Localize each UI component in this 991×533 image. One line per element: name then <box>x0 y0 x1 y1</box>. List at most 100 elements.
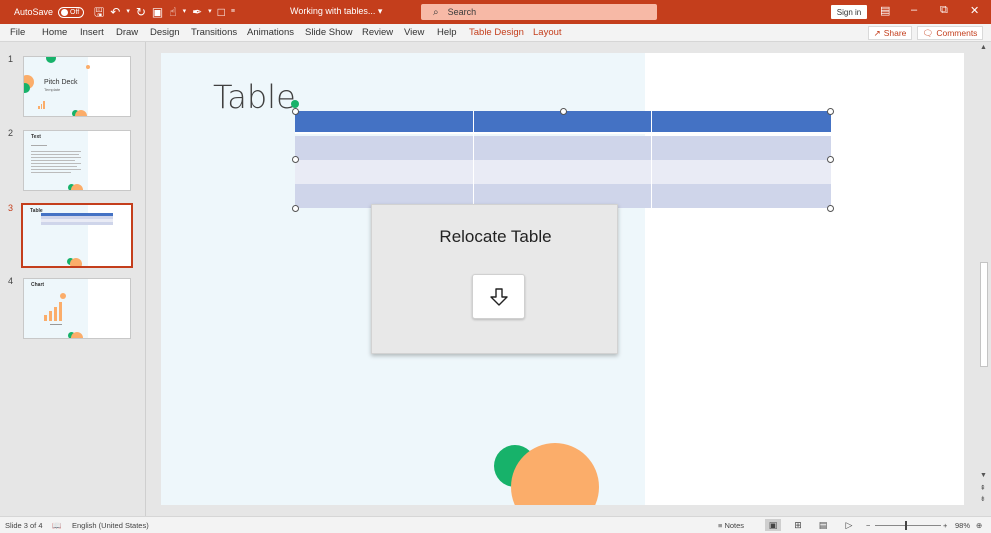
slide-thumbnail-1[interactable]: Pitch Deck Template <box>23 56 131 117</box>
table-column-divider <box>651 111 652 208</box>
save-icon[interactable]: 🖫 <box>94 6 104 18</box>
tab-design[interactable]: Design <box>150 27 180 38</box>
table[interactable] <box>295 111 831 208</box>
resize-handle[interactable] <box>292 156 299 163</box>
normal-view-icon[interactable]: ▣ <box>765 519 781 531</box>
comments-label: Comments <box>936 28 978 38</box>
spelling-icon[interactable]: 📖 <box>52 521 61 530</box>
tab-insert[interactable]: Insert <box>80 27 104 38</box>
share-icon: ↗ <box>873 27 881 38</box>
shape-icon[interactable]: □ <box>218 6 225 18</box>
slide-info: Slide 3 of 4 <box>5 521 43 530</box>
fit-slide-icon[interactable]: ⊕ <box>976 521 982 530</box>
slide-thumbnail-2[interactable]: Text <box>23 130 131 191</box>
status-bar: Slide 3 of 4 📖 English (United States) ≡… <box>0 516 991 533</box>
resize-handle[interactable] <box>292 205 299 212</box>
orange-circle <box>70 258 82 266</box>
previous-slide-icon[interactable]: ⇞ <box>980 484 986 492</box>
thumbnail-number: 1 <box>8 54 14 64</box>
touch-dropdown-icon[interactable]: ▾ <box>183 6 187 18</box>
slide-title[interactable]: Table <box>213 78 296 116</box>
relocate-table-dialog: Relocate Table <box>371 204 618 354</box>
resize-handle[interactable] <box>827 205 834 212</box>
tab-layout[interactable]: Layout <box>533 27 562 38</box>
comments-button[interactable]: 🗨 Comments <box>917 26 983 40</box>
title-bar: AutoSave Off 🖫 ↶ ▾ ↻ ▣ ☝ ▾ ✒ ▾ □ ≡ Worki… <box>0 0 991 24</box>
scroll-up-icon[interactable]: ▲ <box>980 44 987 51</box>
orange-dot <box>86 65 90 69</box>
next-slide-icon[interactable]: ⇟ <box>980 495 986 503</box>
tab-review[interactable]: Review <box>362 27 393 38</box>
rotate-handle[interactable] <box>291 100 299 108</box>
redo-icon[interactable]: ↻ <box>136 6 146 18</box>
touch-mode-icon[interactable]: ☝ <box>169 6 176 18</box>
bar-chart-icon <box>44 293 68 321</box>
resize-handle[interactable] <box>560 108 567 115</box>
scroll-down-icon[interactable]: ▼ <box>980 472 987 479</box>
table-column-divider <box>473 111 474 208</box>
resize-handle[interactable] <box>292 108 299 115</box>
tab-home[interactable]: Home <box>42 27 67 38</box>
zoom-level[interactable]: 98% <box>955 521 970 530</box>
search-icon: ⌕ <box>433 6 439 18</box>
resize-handle[interactable] <box>827 108 834 115</box>
notes-button[interactable]: ≡ Notes <box>718 521 744 530</box>
thumbnail-title: Text <box>31 134 41 140</box>
customize-qat-icon[interactable]: ≡ <box>231 6 235 18</box>
resize-handle[interactable] <box>827 156 834 163</box>
sign-in-button[interactable]: Sign in <box>831 5 867 19</box>
thumbnail-number: 4 <box>8 276 14 286</box>
close-icon[interactable]: ✕ <box>970 4 979 17</box>
zoom-in-icon[interactable]: + <box>943 521 947 530</box>
undo-icon[interactable]: ↶ <box>110 6 120 18</box>
scrollbar-thumb[interactable] <box>980 262 988 367</box>
share-button[interactable]: ↗ Share <box>868 26 912 40</box>
tab-draw[interactable]: Draw <box>116 27 138 38</box>
search-placeholder: Search <box>447 7 477 17</box>
ribbon-display-icon[interactable]: ▤ <box>880 4 890 17</box>
pen-dropdown-icon[interactable]: ▾ <box>208 6 212 18</box>
restore-icon[interactable]: ⧉ <box>940 4 948 17</box>
slide-show-icon[interactable]: ▷ <box>841 519 857 531</box>
bar-chart-icon <box>38 99 46 109</box>
document-title[interactable]: Working with tables... ▾ <box>290 6 382 17</box>
tab-help[interactable]: Help <box>437 27 457 38</box>
table-row[interactable] <box>295 160 831 184</box>
minimize-icon[interactable]: – <box>911 4 917 16</box>
undo-dropdown-icon[interactable]: ▾ <box>126 6 130 18</box>
thumbnail-subtitle: Template <box>44 87 61 92</box>
table-row[interactable] <box>295 136 831 160</box>
reading-view-icon[interactable]: ▤ <box>815 519 831 531</box>
zoom-out-icon[interactable]: − <box>866 521 870 530</box>
orange-circle <box>71 184 83 190</box>
orange-circle <box>75 110 87 116</box>
tab-table-design[interactable]: Table Design <box>469 27 524 38</box>
vertical-scrollbar[interactable]: ▲ ▼ ⇞ ⇟ <box>978 42 991 516</box>
thumbnail-number: 3 <box>8 203 14 213</box>
tab-slide-show[interactable]: Slide Show <box>305 27 353 38</box>
zoom-slider-knob[interactable] <box>905 521 907 530</box>
comment-icon: 🗨 <box>922 27 934 38</box>
slide-thumbnail-3[interactable]: Table <box>21 203 133 268</box>
toggle-knob <box>61 8 69 16</box>
slide-thumbnail-4[interactable]: Chart <box>23 278 131 339</box>
autosave-label: AutoSave <box>14 7 54 17</box>
zoom-slider-track[interactable] <box>875 525 941 526</box>
quick-access-toolbar: 🖫 ↶ ▾ ↻ ▣ ☝ ▾ ✒ ▾ □ ≡ <box>94 6 235 18</box>
present-icon[interactable]: ▣ <box>152 6 163 18</box>
tab-view[interactable]: View <box>404 27 424 38</box>
language-label[interactable]: English (United States) <box>72 521 149 530</box>
thumbnail-title: Pitch Deck <box>44 79 78 86</box>
pen-icon[interactable]: ✒ <box>192 6 202 18</box>
relocate-button[interactable] <box>472 274 525 319</box>
tab-file[interactable]: File <box>10 27 25 38</box>
tab-transitions[interactable]: Transitions <box>191 27 237 38</box>
dialog-title: Relocate Table <box>439 227 552 246</box>
slide-sorter-icon[interactable]: ⊞ <box>790 519 806 531</box>
autosave-toggle[interactable]: Off <box>58 6 85 18</box>
notes-label: Notes <box>724 521 745 530</box>
ribbon-tabs: File Home Insert Draw Design Transitions… <box>0 24 991 42</box>
thumbnail-number: 2 <box>8 128 14 138</box>
tab-animations[interactable]: Animations <box>247 27 294 38</box>
search-box[interactable]: ⌕ Search <box>421 4 657 20</box>
